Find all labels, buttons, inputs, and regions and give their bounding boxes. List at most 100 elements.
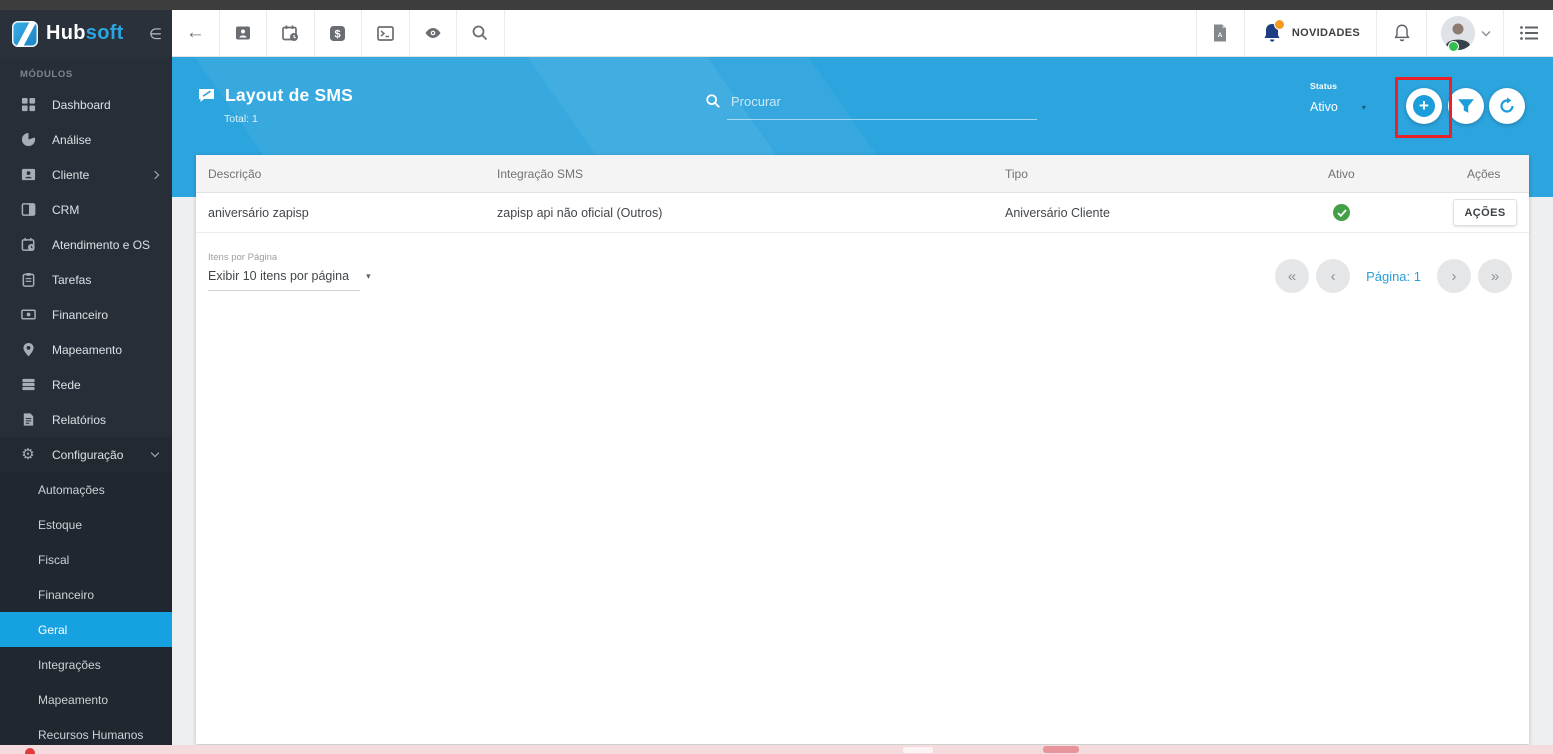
items-per-page: Itens por Página Exibir 10 itens por pág… — [208, 252, 371, 291]
cell-ativo — [1328, 204, 1467, 221]
list-menu-icon — [1519, 26, 1538, 40]
sidebar-subitem-fiscal[interactable]: Fiscal — [0, 542, 172, 577]
billing-shortcut-button[interactable]: $ — [315, 10, 362, 56]
quick-menu-button[interactable] — [1503, 10, 1553, 56]
row-actions-button[interactable]: AÇÕES — [1453, 199, 1517, 226]
first-page-button[interactable]: « — [1275, 259, 1310, 293]
col-header-acoes: Ações — [1467, 166, 1501, 181]
sidebar-item-relatorios[interactable]: Relatórios — [0, 402, 172, 437]
filter-funnel-icon — [1458, 99, 1474, 113]
page-title: Layout de SMS — [225, 85, 354, 105]
pie-chart-icon — [20, 132, 36, 148]
preview-shortcut-button[interactable] — [410, 10, 457, 56]
novidades-label: NOVIDADES — [1291, 27, 1360, 39]
background-window-box — [903, 747, 933, 753]
caret-down-icon: ▾ — [366, 270, 371, 281]
svg-text:A: A — [1218, 32, 1223, 39]
schedule-shortcut-button[interactable] — [267, 10, 315, 56]
terminal-shortcut-button[interactable] — [362, 10, 410, 56]
status-filter[interactable]: Status Ativo ▾ — [1310, 81, 1400, 114]
sidebar-subitem-financeiro[interactable]: Financeiro — [0, 577, 172, 612]
user-menu[interactable] — [1426, 10, 1503, 56]
caret-down-icon: ▾ — [1361, 102, 1366, 112]
sidebar-item-cliente[interactable]: Cliente — [0, 157, 172, 192]
items-per-page-label: Itens por Página — [208, 252, 278, 263]
items-per-page-select[interactable]: Exibir 10 itens por página ▾ — [208, 269, 371, 291]
search-shortcut-button[interactable] — [457, 10, 505, 56]
status-filter-label: Status — [1310, 81, 1338, 91]
sidebar-item-dashboard[interactable]: Dashboard — [0, 87, 172, 122]
online-status-dot — [1448, 41, 1459, 52]
sidebar-item-crm[interactable]: CRM — [0, 192, 172, 227]
cell-descricao: aniversário zapisp — [208, 205, 309, 220]
sidebar-item-atendimento[interactable]: Atendimento e OS — [0, 227, 172, 262]
sidebar-item-mapeamento[interactable]: Mapeamento — [0, 332, 172, 367]
app-window: Hubsoft ∈ MÓDULOS Dashboard Análise Clie… — [0, 0, 1553, 754]
clipboard-icon — [20, 272, 36, 288]
layout-sms-card: Descrição Integração SMS Tipo Ativo Açõe… — [196, 155, 1529, 744]
filter-button[interactable] — [1448, 88, 1484, 124]
notifications-button[interactable] — [1376, 10, 1426, 56]
annotation-highlight-box — [1395, 77, 1452, 138]
last-page-button[interactable]: » — [1478, 259, 1512, 293]
sidebar-collapse-icon[interactable]: ∈ — [149, 25, 162, 43]
page-content: Layout de SMS Total: 1 Procurar Status A… — [172, 57, 1553, 754]
search-underline — [727, 119, 1037, 120]
refresh-button[interactable] — [1489, 88, 1525, 124]
col-header-integracao: Integração SMS — [497, 166, 584, 181]
background-window-dot — [25, 748, 35, 754]
calendar-clock-icon — [281, 25, 298, 41]
sms-layout-icon — [199, 89, 214, 102]
next-page-button[interactable]: › — [1437, 259, 1471, 293]
title-block: Layout de SMS Total: 1 — [198, 85, 353, 125]
back-button[interactable]: ← — [172, 10, 220, 56]
table-header: Descrição Integração SMS Tipo Ativo Açõe… — [196, 155, 1529, 193]
sidebar-item-tarefas[interactable]: Tarefas — [0, 262, 172, 297]
server-stack-icon — [20, 377, 36, 393]
contact-card-icon — [235, 26, 250, 40]
chevron-down-icon — [150, 448, 160, 458]
brand-text: Hubsoft — [46, 22, 124, 44]
search-icon — [706, 94, 720, 108]
background-window-strip — [0, 745, 1553, 754]
eye-icon — [425, 28, 441, 38]
sidebar-subitem-estoque[interactable]: Estoque — [0, 507, 172, 542]
kanban-board-icon — [20, 202, 36, 218]
main-area: ← $ A NOVIDADES Layout de SMS Total: 1 P… — [172, 10, 1553, 754]
refresh-icon — [1500, 97, 1514, 113]
cell-integracao: zapisp api não oficial (Outros) — [497, 205, 663, 220]
map-pin-icon — [20, 342, 36, 358]
novidades-button[interactable]: NOVIDADES — [1243, 10, 1376, 56]
brand: Hubsoft ∈ — [0, 10, 172, 57]
search-field[interactable]: Procurar — [705, 93, 1037, 120]
pdf-file-icon: A — [1214, 24, 1227, 42]
avatar — [1441, 16, 1475, 52]
chevron-right-icon — [150, 170, 160, 179]
toolbar: ← $ A NOVIDADES — [172, 10, 1553, 57]
sidebar-subitem-geral[interactable]: Geral — [0, 612, 172, 647]
prev-page-button[interactable]: ‹ — [1316, 259, 1351, 293]
window-top-strip — [0, 0, 1553, 10]
notifications-bell-icon — [1393, 24, 1410, 42]
back-arrow-icon: ← — [185, 22, 205, 43]
gear-icon: ⚙ — [21, 445, 35, 463]
sidebar-subitem-integracoes[interactable]: Integrações — [0, 647, 172, 682]
table-row: aniversário zapisp zapisp api não oficia… — [196, 193, 1529, 233]
terminal-icon — [376, 25, 394, 41]
col-header-descricao: Descrição — [208, 166, 262, 181]
sidebar-item-configuracao[interactable]: ⚙ Configuração — [0, 437, 172, 472]
search-placeholder: Procurar — [731, 93, 781, 109]
search-icon — [472, 25, 488, 41]
sidebar-item-financeiro[interactable]: Financeiro — [0, 297, 172, 332]
sidebar-item-rede[interactable]: Rede — [0, 367, 172, 402]
dashboard-grid-icon — [20, 97, 36, 113]
sidebar-subitem-automacoes[interactable]: Automações — [0, 472, 172, 507]
page-indicator: Página: 1 — [1366, 268, 1421, 284]
sidebar-subitem-mapeamento[interactable]: Mapeamento — [0, 682, 172, 717]
configuracao-group: ⚙ Configuração Automações Estoque Fiscal… — [0, 437, 172, 752]
contact-shortcut-button[interactable] — [220, 10, 267, 56]
news-bell-icon — [1261, 19, 1285, 45]
sidebar-item-analise[interactable]: Análise — [0, 122, 172, 157]
svg-text:$: $ — [335, 28, 341, 40]
pdf-export-button[interactable]: A — [1195, 10, 1244, 56]
